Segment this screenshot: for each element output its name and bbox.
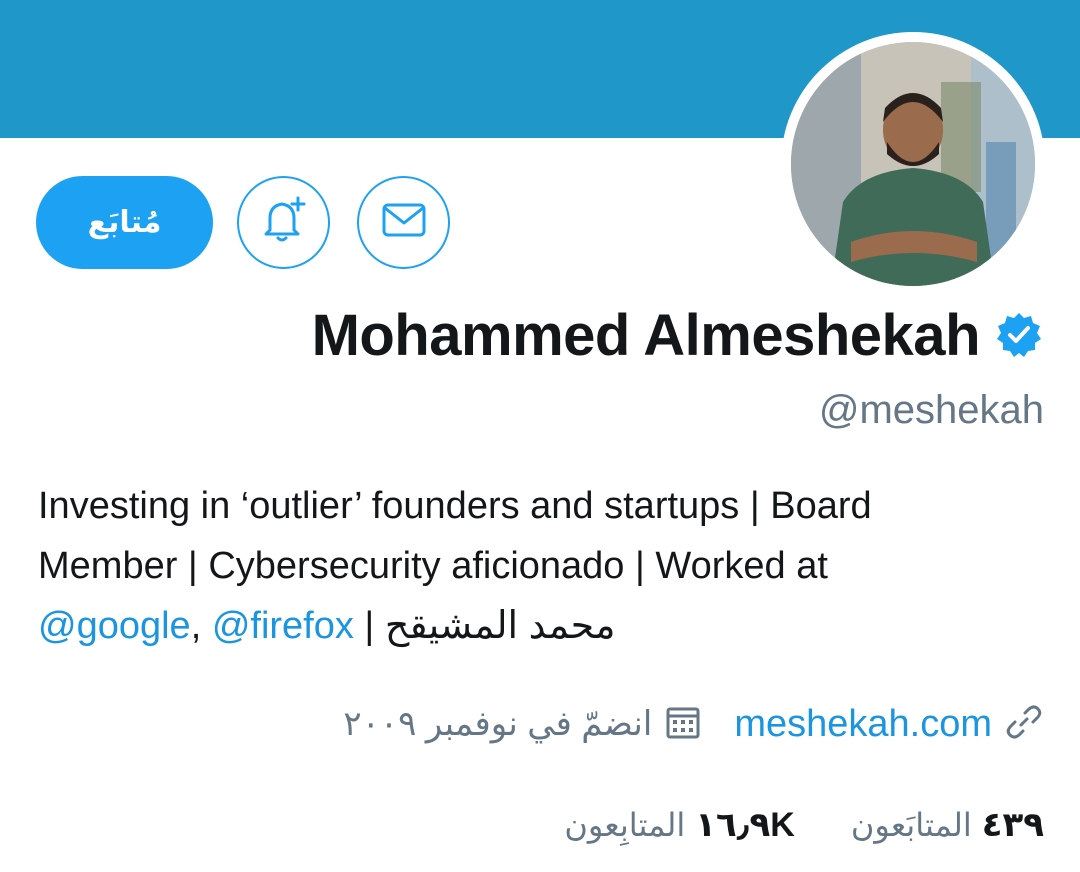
- followers-count: ١٦٫٩K: [695, 806, 795, 844]
- profile-stats: ٤٣٩ المتابَعون ١٦٫٩K المتابِعون: [564, 798, 1044, 852]
- message-button[interactable]: [357, 176, 450, 269]
- following-stat[interactable]: ٤٣٩ المتابَعون: [851, 805, 1044, 845]
- following-button-label: مُتابَع: [87, 206, 162, 239]
- website-link[interactable]: meshekah.com: [734, 703, 992, 746]
- bio-line: Investing in ‘outlier’ founders and star…: [38, 485, 872, 527]
- website-item[interactable]: meshekah.com: [734, 702, 1044, 747]
- followers-stat[interactable]: ١٦٫٩K المتابِعون: [564, 805, 794, 845]
- link-icon: [1004, 702, 1044, 747]
- bell-plus-icon: [256, 192, 312, 253]
- profile-meta: meshekah.com انضمّ في نوفمبر ٢٠٠٩: [343, 696, 1044, 752]
- profile-name: Mohammed Almeshekah: [311, 302, 981, 368]
- profile-bio: Investing in ‘outlier’ founders and star…: [38, 476, 1048, 656]
- notifications-button[interactable]: [237, 176, 330, 269]
- joined-item: انضمّ في نوفمبر ٢٠٠٩: [343, 703, 702, 746]
- mention-link-firefox[interactable]: @firefox: [212, 605, 354, 647]
- bio-line: Member | Cybersecurity aficionado | Work…: [38, 545, 828, 587]
- profile-handle: @meshekah: [818, 388, 1044, 432]
- bio-arabic-name: | محمد المشيقح: [353, 605, 616, 647]
- bio-separator: ,: [190, 605, 202, 647]
- avatar[interactable]: [791, 42, 1035, 286]
- following-button[interactable]: مُتابَع: [36, 176, 213, 269]
- profile-name-row: Mohammed Almeshekah: [312, 300, 1044, 370]
- mail-icon: [378, 194, 430, 251]
- calendar-icon: [664, 703, 702, 746]
- joined-date: انضمّ في نوفمبر ٢٠٠٩: [343, 705, 653, 743]
- followers-label: المتابِعون: [564, 807, 686, 843]
- following-label: المتابَعون: [850, 807, 972, 843]
- verified-badge-icon: [994, 310, 1044, 360]
- avatar-frame: [781, 32, 1045, 296]
- bio-line: @google, @firefox | محمد المشيقح: [38, 596, 1048, 656]
- following-count: ٤٣٩: [981, 806, 1044, 844]
- mention-link-google[interactable]: @google: [38, 605, 191, 647]
